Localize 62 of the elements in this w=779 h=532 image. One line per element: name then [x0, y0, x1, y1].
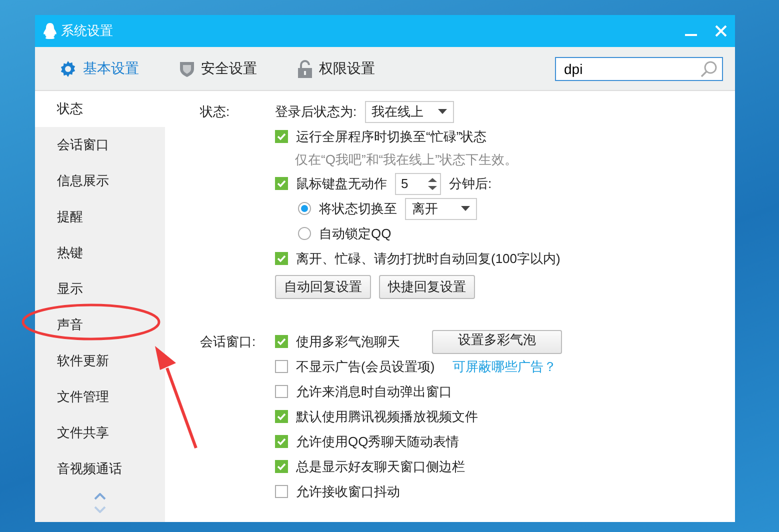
gear-icon [59, 60, 77, 78]
radio-label: 自动锁定QQ [319, 224, 392, 242]
minutes-spinner[interactable]: 5 [395, 172, 441, 194]
checkbox-label: 总是显示好友聊天窗口侧边栏 [296, 458, 465, 476]
search-icon[interactable] [700, 60, 718, 78]
field-label: 登录后状态为: [275, 102, 357, 120]
window-title: 系统设置 [61, 22, 114, 40]
checkbox-label: 允许使用QQ秀聊天随动表情 [296, 432, 460, 450]
settings-button[interactable]: 自动回复设置 [275, 274, 371, 298]
close-icon[interactable] [715, 25, 727, 37]
sidebar-item[interactable]: 状态 [35, 91, 165, 127]
checkbox[interactable] [275, 435, 288, 448]
checkbox[interactable] [275, 177, 288, 190]
dropdown-caret-icon [461, 206, 470, 211]
scroll-up-icon[interactable] [94, 493, 106, 500]
bubble-settings-button[interactable]: 设置多彩气泡 [432, 330, 562, 354]
sidebar-item[interactable]: 声音 [35, 307, 165, 343]
settings-tab[interactable]: 权限设置 [291, 56, 381, 82]
field-label: 分钟后: [449, 174, 492, 192]
radio-button[interactable] [298, 202, 311, 215]
spinner-arrows-icon[interactable] [428, 176, 437, 190]
sidebar-item[interactable]: 会话窗口 [35, 127, 165, 163]
checkbox-label: 运行全屏程序时切换至“忙碌”状态 [296, 128, 487, 146]
settings-tab[interactable]: 安全设置 [173, 56, 263, 82]
checkbox[interactable] [275, 410, 288, 423]
status-dropdown[interactable]: 离开 [405, 198, 477, 220]
checkbox[interactable] [275, 385, 288, 398]
sidebar-item[interactable]: 提醒 [35, 199, 165, 235]
checkbox[interactable] [275, 252, 288, 265]
sidebar-item[interactable]: 文件管理 [35, 379, 165, 415]
radio-button[interactable] [298, 227, 311, 240]
checkbox[interactable] [275, 460, 288, 473]
checkbox-label: 使用多彩气泡聊天 [296, 332, 400, 350]
dropdown-caret-icon [438, 109, 447, 114]
hint-text: 仅在“Q我吧”和“我在线上”状态下生效。 [295, 151, 518, 169]
checkbox[interactable] [275, 485, 288, 498]
scroll-down-icon[interactable] [94, 506, 106, 513]
sidebar-item[interactable]: 热键 [35, 235, 165, 271]
checkbox[interactable] [275, 130, 288, 143]
section-label: 会话窗口: [200, 334, 256, 349]
sidebar-item[interactable]: 信息展示 [35, 163, 165, 199]
radio-label: 将状态切换至 [319, 200, 397, 218]
sidebar-item[interactable]: 显示 [35, 271, 165, 307]
checkbox-label: 鼠标键盘无动作 [296, 174, 387, 192]
checkbox-label: 离开、忙碌、请勿打扰时自动回复(100字以内) [296, 250, 560, 268]
settings-button[interactable]: 快捷回复设置 [379, 274, 475, 298]
checkbox[interactable] [275, 360, 288, 373]
sidebar-item[interactable]: 音视频通话 [35, 451, 165, 487]
penguin-icon [43, 23, 57, 39]
search-field[interactable]: dpi [555, 56, 723, 80]
checkbox[interactable] [275, 335, 288, 348]
settings-tab[interactable]: 基本设置 [53, 56, 145, 82]
status-dropdown[interactable]: 我在线上 [364, 100, 454, 122]
checkbox-label: 允许来消息时自动弹出窗口 [296, 382, 452, 400]
section-label: 状态: [200, 104, 230, 119]
shield-icon [179, 60, 195, 78]
sidebar-item[interactable]: 软件更新 [35, 343, 165, 379]
checkbox-label: 默认使用腾讯视频播放视频文件 [296, 408, 478, 426]
sidebar-item[interactable]: 文件共享 [35, 415, 165, 451]
lock-icon [297, 60, 313, 78]
checkbox-label: 不显示广告(会员设置项) [296, 358, 435, 376]
checkbox-label: 允许接收窗口抖动 [296, 482, 400, 500]
